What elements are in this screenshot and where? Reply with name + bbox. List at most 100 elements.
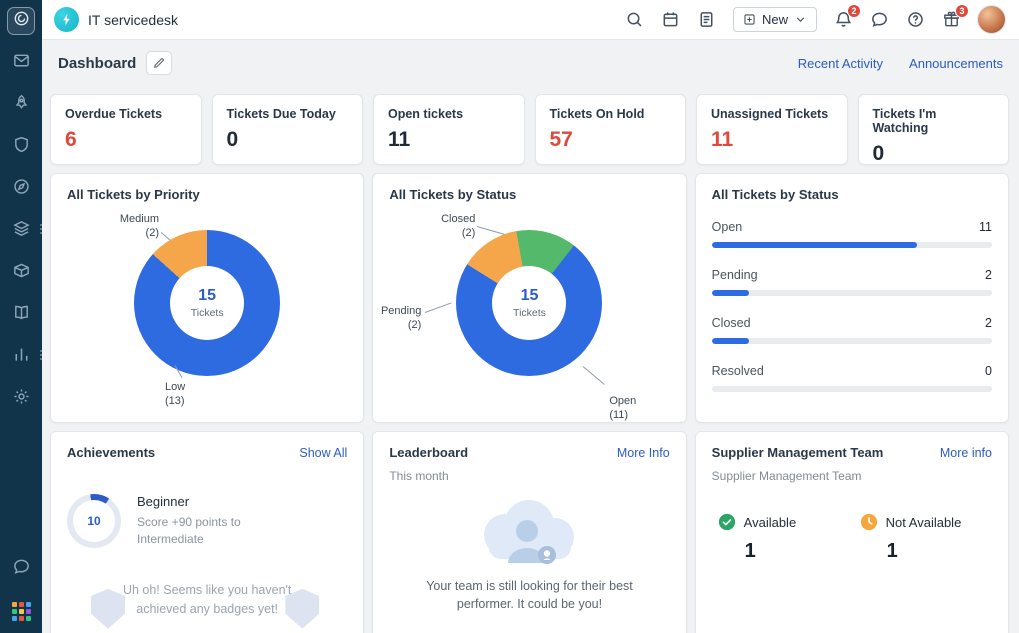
sidebar-item-releases[interactable] [7, 91, 35, 119]
supplier-stat-label: Not Available [886, 515, 962, 530]
kebab-menu-icon[interactable] [40, 224, 42, 234]
progress-ring: 10 [67, 494, 121, 548]
slice-label-pending: Pending (2) [375, 304, 421, 333]
bar-label: Closed [712, 316, 751, 330]
supplier-stat-available: Available 1 [718, 513, 860, 563]
calendar-icon[interactable] [661, 10, 680, 29]
sidebar-item-dashboard[interactable] [7, 7, 35, 35]
bar-track [712, 290, 992, 296]
panel-title: All Tickets by Priority [67, 187, 200, 202]
chat-icon [12, 557, 31, 581]
leaderboard-illustration [373, 495, 685, 569]
stat-card-tickets-on-hold[interactable]: Tickets On Hold 57 [535, 94, 687, 165]
status-donut-chart: Closed (2) Pending (2) 15 Tickets [373, 208, 685, 414]
sidebar-item-changes[interactable] [7, 175, 35, 203]
sidebar-item-app-switcher[interactable] [7, 597, 35, 625]
charts-row: All Tickets by Priority Medium (2) 15 Ti… [50, 173, 1009, 423]
chat-bubble-icon[interactable] [870, 10, 889, 29]
bar-row-open: Open 11 [712, 220, 992, 248]
stat-label: Tickets I'm Watching [873, 107, 995, 135]
app-switcher-grid-icon [12, 602, 31, 621]
sidebar-item-layers[interactable] [7, 217, 35, 245]
slice-label-medium: Medium (2) [79, 212, 159, 241]
announcements-link[interactable]: Announcements [909, 56, 1003, 71]
stat-card-open-tickets[interactable]: Open tickets 11 [373, 94, 525, 165]
sidebar-item-help-chat[interactable] [7, 555, 35, 583]
sidebar-item-admin[interactable] [7, 385, 35, 413]
help-question-icon[interactable] [906, 10, 925, 29]
stat-value: 11 [711, 128, 833, 152]
gear-icon [12, 387, 31, 411]
dashboard-icon [12, 9, 31, 33]
stat-card-unassigned-tickets[interactable]: Unassigned Tickets 11 [696, 94, 848, 165]
panel-title: All Tickets by Status [389, 187, 516, 202]
supplier-stat-label: Available [744, 515, 797, 530]
stat-label: Unassigned Tickets [711, 107, 833, 121]
supplier-stat-value: 1 [745, 540, 860, 563]
supplier-stat-not-available: Not Available 1 [860, 513, 962, 563]
compass-icon [12, 177, 31, 201]
layers-icon [12, 219, 31, 243]
achievement-score-line1: Score +90 points to [137, 514, 241, 531]
stat-card-tickets-due-today[interactable]: Tickets Due Today 0 [212, 94, 364, 165]
bar-label: Resolved [712, 364, 764, 378]
sidebar-item-tickets[interactable] [7, 49, 35, 77]
more-info-link[interactable]: More Info [617, 446, 670, 460]
user-avatar[interactable] [978, 6, 1005, 33]
box-icon [12, 261, 31, 285]
bar-fill [712, 242, 918, 248]
bar-chart-icon [12, 345, 31, 369]
bar-row-resolved: Resolved 0 [712, 364, 992, 392]
supplier-stats: Available 1 Not Available 1 [696, 513, 1008, 563]
leaderboard-empty-line2: performer. It could be you! [373, 595, 685, 613]
tasks-icon[interactable] [697, 10, 716, 29]
recent-activity-link[interactable]: Recent Activity [798, 56, 883, 71]
widgets-row: Achievements Show All 10 Beginner Score … [50, 431, 1009, 633]
sidebar-item-solutions[interactable] [7, 301, 35, 329]
achievement-score-line2: Intermediate [137, 531, 241, 548]
new-button[interactable]: New [733, 7, 817, 32]
sidebar-item-assets[interactable] [7, 259, 35, 287]
stat-label: Tickets Due Today [227, 107, 349, 121]
panel-achievements: Achievements Show All 10 Beginner Score … [50, 431, 364, 633]
bar-track [712, 242, 992, 248]
bar-track [712, 338, 992, 344]
rocket-icon [12, 93, 31, 117]
panel-leaderboard: Leaderboard More Info This month [372, 431, 686, 633]
notifications-bell-icon[interactable]: 2 [834, 10, 853, 29]
leaderboard-subtitle: This month [373, 469, 685, 483]
sidebar-item-problems[interactable] [7, 133, 35, 161]
panel-tickets-by-status-donut: All Tickets by Status Closed (2) Pending… [372, 173, 686, 423]
stat-card-overdue-tickets[interactable]: Overdue Tickets 6 [50, 94, 202, 165]
label-line [425, 302, 452, 313]
slice-label-open: Open (11) [609, 394, 636, 423]
stat-value: 11 [388, 128, 510, 152]
panel-title: Supplier Management Team [712, 445, 884, 460]
stat-value: 0 [227, 128, 349, 152]
achievement-badges: Uh oh! Seems like you haven't achieved a… [51, 567, 363, 633]
panel-title: Achievements [67, 445, 155, 460]
progress-value: 10 [73, 500, 115, 542]
stat-card-tickets-im-watching[interactable]: Tickets I'm Watching 0 [858, 94, 1010, 165]
app-title: IT servicedesk [88, 12, 178, 28]
bar-fill [712, 338, 749, 344]
bar-row-closed: Closed 2 [712, 316, 992, 344]
stat-label: Tickets On Hold [550, 107, 672, 121]
kebab-menu-icon[interactable] [40, 350, 42, 360]
gift-icon[interactable]: 3 [942, 10, 961, 29]
status-bar-list: Open 11 Pending 2 Clos [696, 208, 1008, 392]
page-title: Dashboard [58, 55, 136, 72]
more-info-link[interactable]: More info [940, 446, 992, 460]
available-check-icon [718, 513, 736, 531]
donut-center-value: 15 [521, 287, 539, 305]
supplier-subtitle: Supplier Management Team [696, 469, 1008, 483]
supplier-stat-value: 1 [887, 540, 962, 563]
show-all-link[interactable]: Show All [299, 446, 347, 460]
search-icon[interactable] [625, 10, 644, 29]
book-icon [12, 303, 31, 327]
donut-priority: 15 Tickets [134, 230, 280, 376]
edit-dashboard-button[interactable] [146, 51, 172, 75]
stat-label: Overdue Tickets [65, 107, 187, 121]
sidebar-item-analytics[interactable] [7, 343, 35, 371]
main-area: IT servicedesk New 2 [42, 0, 1019, 633]
